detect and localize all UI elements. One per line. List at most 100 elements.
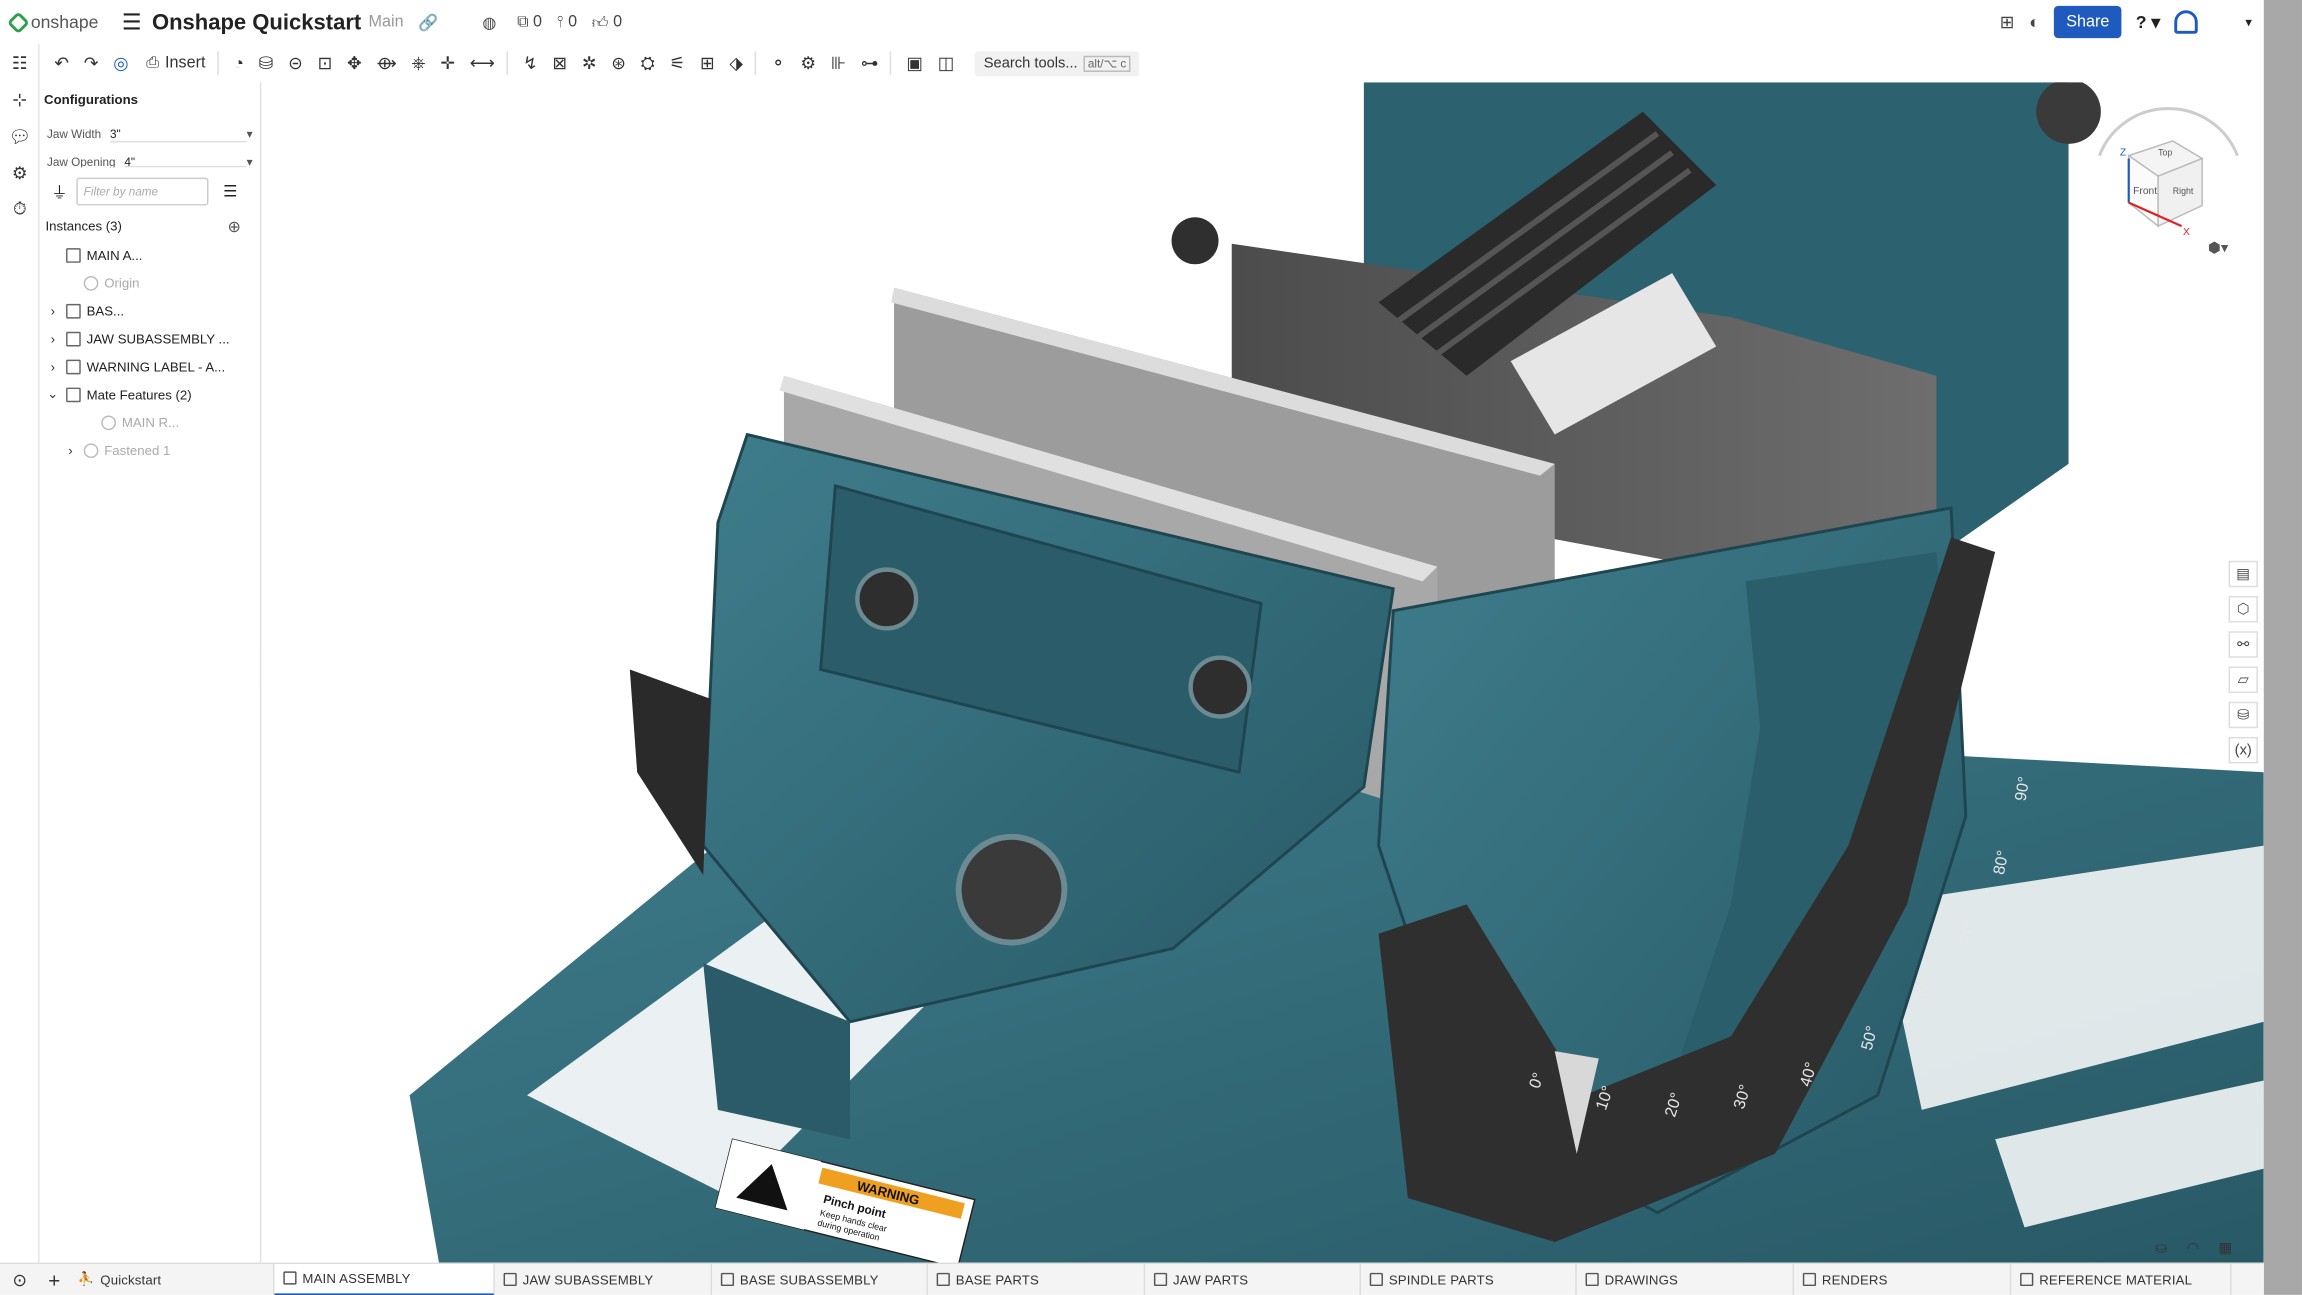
variables-panel-icon[interactable]: (x) <box>2228 736 2258 764</box>
help-icon[interactable]: ? ▾ <box>2136 12 2160 33</box>
cylindrical-mate-icon[interactable]: ⟴ <box>376 53 396 74</box>
tab-base-parts[interactable]: BASE PARTS <box>928 1263 1146 1295</box>
list-view-icon[interactable]: ☰ <box>223 182 237 202</box>
tab-drawings[interactable]: DRAWINGS <box>1577 1263 1795 1295</box>
chevron-icon[interactable]: › <box>63 443 78 458</box>
screw-relation-icon[interactable]: ⚟ <box>670 53 686 74</box>
search-tools-button[interactable]: Search tools... alt/⌥ c <box>974 50 1140 76</box>
view-options-icon[interactable]: ⬢▾ <box>2208 240 2229 257</box>
comments-icon[interactable]: 💬︎ <box>0 117 40 154</box>
tab-renders[interactable]: RENDERS <box>1794 1263 2012 1295</box>
view-cube[interactable]: Top Front Right Z X ⬢▾ <box>2085 97 2254 266</box>
limits-icon[interactable]: ⬗ <box>729 53 743 74</box>
mate-connector-icon[interactable]: ⊹ <box>0 81 40 118</box>
tab-label: Quickstart <box>100 1272 162 1287</box>
linear-relation-icon[interactable]: ⊞ <box>700 53 715 74</box>
config-jaw-width[interactable]: Jaw Width 3" ▾ <box>47 128 253 143</box>
likes-count: 0 <box>613 13 623 31</box>
header-right-group: ⊞ ◐ Share ? ▾ ▾ <box>2000 5 2252 39</box>
tab-jaw-parts[interactable]: JAW PARTS <box>1145 1263 1361 1295</box>
slider-mate-icon[interactable]: ⊡ <box>318 53 333 74</box>
ball-mate-icon[interactable]: ✛ <box>440 53 455 74</box>
share-button[interactable]: Share <box>2054 5 2122 39</box>
tree-item[interactable]: MAIN A... <box>40 241 260 269</box>
mate-connector-tool-icon[interactable]: ✲ <box>582 53 597 74</box>
tree-item[interactable]: › Fastened 1 <box>40 436 260 464</box>
chevron-icon[interactable]: › <box>46 331 61 346</box>
width-mate-icon[interactable]: ⟷ <box>470 53 495 74</box>
account-chevron-icon[interactable]: ▾ <box>2245 14 2252 30</box>
redo-icon[interactable]: ↷ <box>84 53 99 74</box>
section-view-icon[interactable]: ⊪ <box>831 53 846 74</box>
named-views-icon[interactable]: ⛀ <box>2155 1241 2167 1257</box>
bom-icon[interactable]: ⚙ <box>0 154 40 191</box>
tab-quickstart[interactable]: ⛹ Quickstart <box>69 1263 275 1295</box>
tab-reference-material[interactable]: REFERENCE MATERIAL <box>2011 1263 2232 1295</box>
part-icon <box>66 331 81 346</box>
gear-relation-icon[interactable]: ⊛ <box>611 53 626 74</box>
transform-icon[interactable]: ◎ <box>113 53 128 74</box>
handle-ball <box>1171 217 1219 265</box>
mates-panel-icon[interactable]: ⚯ <box>2228 631 2258 658</box>
group-icon[interactable]: ⊠ <box>552 53 567 74</box>
measure-icon[interactable]: ⚬ <box>771 53 786 74</box>
chevron-icon[interactable]: › <box>46 303 61 318</box>
filter-input[interactable]: Filter by name <box>76 177 209 206</box>
app-store-icon[interactable]: ⊞ <box>2000 12 2015 33</box>
graphics-viewport[interactable]: 0° 10° 20° 30° 40° 50° 60° 70° 80° 90° WARNING Pi… <box>262 82 2264 1263</box>
rack-pinion-icon[interactable]: ⛭ <box>641 52 655 74</box>
hamburger-menu-icon[interactable]: ☰ <box>122 9 142 35</box>
display-settings-icon[interactable]: ▦ <box>2218 1241 2232 1257</box>
replicate-icon[interactable]: ◔ <box>233 53 244 74</box>
top-header: onshape ☰ Onshape Quickstart Main 🔗 ◍ ⧉ 0… <box>0 0 2264 45</box>
tab-label: JAW PARTS <box>1173 1272 1249 1287</box>
tree-item[interactable]: Origin <box>40 269 260 297</box>
render-mode-icon[interactable]: ◠ <box>2187 1241 2200 1257</box>
link-icon[interactable]: 🔗 <box>418 12 438 32</box>
tab-manager-icon[interactable]: ⊙ <box>0 1269 40 1290</box>
learning-center-icon[interactable]: ◐ <box>2029 12 2040 33</box>
tab-base-subassembly[interactable]: BASE SUBASSEMBLY <box>712 1263 928 1295</box>
revolute-mate-icon[interactable]: ⊝ <box>288 53 303 74</box>
tree-item[interactable]: › BAS... <box>40 297 260 325</box>
versions-button[interactable]: ⧉ 0 <box>517 12 542 31</box>
add-tab-icon[interactable]: + <box>40 1268 69 1291</box>
chevron-icon[interactable]: › <box>46 359 61 374</box>
branches-button[interactable]: ⫯ 0 <box>557 12 577 31</box>
insert-button[interactable]: ⎙ Insert <box>146 54 205 73</box>
config-jaw-opening[interactable]: Jaw Opening 4" ▾ <box>47 156 253 168</box>
explode-icon[interactable]: ⚙ <box>800 53 816 74</box>
named-positions-icon[interactable]: ⊶ <box>861 53 879 74</box>
public-globe-icon[interactable]: ◍ <box>482 12 496 32</box>
parts-panel-icon[interactable]: ⬡ <box>2228 596 2258 623</box>
branch-name[interactable]: Main <box>369 13 404 31</box>
tab-main-assembly[interactable]: MAIN ASSEMBLY <box>274 1263 495 1295</box>
display-states-icon[interactable]: ▣ <box>906 53 923 74</box>
tree-item[interactable]: › JAW SUBASSEMBLY ... <box>40 324 260 352</box>
animate-icon[interactable]: ◫ <box>938 53 955 74</box>
like-button[interactable]: 👍︎ 0 <box>592 12 622 31</box>
planar-mate-icon[interactable]: ✥ <box>347 53 362 74</box>
bom-panel-icon[interactable]: ⛁ <box>2228 701 2258 729</box>
chevron-icon[interactable]: ⌄ <box>46 386 61 402</box>
properties-panel-icon[interactable]: ▱ <box>2228 666 2258 693</box>
tree-item[interactable]: ⌄ Mate Features (2) <box>40 380 260 408</box>
feature-list-icon[interactable]: ☷ <box>0 44 40 81</box>
tab-type-icon <box>283 1271 297 1285</box>
pin-slot-mate-icon[interactable]: ⎈ <box>412 52 426 74</box>
tree-item[interactable]: › WARNING LABEL - A... <box>40 352 260 380</box>
tangent-mate-icon[interactable]: ↯ <box>523 53 538 74</box>
tree-item-label: WARNING LABEL - A... <box>86 358 226 374</box>
filter-icon[interactable]: ⏚ <box>51 180 67 203</box>
tab-jaw-subassembly[interactable]: JAW SUBASSEMBLY <box>495 1263 713 1295</box>
tree-item-label: BAS... <box>86 303 125 318</box>
undo-icon[interactable]: ↶ <box>54 53 69 74</box>
tree-item[interactable]: MAIN R... <box>40 408 260 436</box>
tab-spindle-parts[interactable]: SPINDLE PARTS <box>1361 1263 1577 1295</box>
create-folder-icon[interactable]: ⊕ <box>228 217 242 237</box>
appearance-panel-icon[interactable]: ▤ <box>2228 560 2258 588</box>
fastened-mate-icon[interactable]: ⛁ <box>259 53 274 74</box>
user-avatar[interactable] <box>2174 10 2199 34</box>
history-icon[interactable]: ⏱︎ <box>0 191 40 228</box>
onshape-logo[interactable]: onshape <box>6 10 98 34</box>
